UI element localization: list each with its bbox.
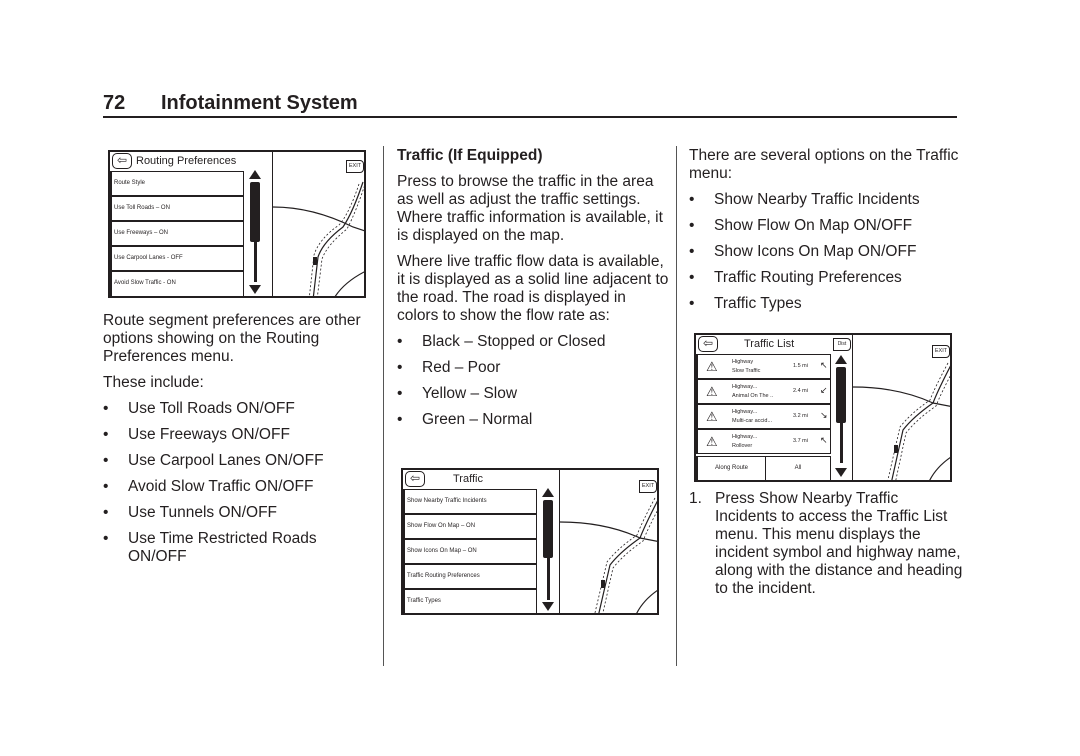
incident-row[interactable]: ⚠ Highway... Animal On The .. 2.4 mi ↙ [696,379,831,404]
screen-title: Routing Preferences [136,155,237,167]
intro-paragraph: Route segment preferences are other opti… [103,312,361,365]
heading-arrow-icon: ↙ [820,385,828,395]
scroll-up-icon[interactable] [835,355,847,364]
warning-icon: ⚠ [706,359,718,374]
step-text: Press Show Nearby Traffic Incidents to a… [715,490,963,597]
scrollbar-thumb[interactable] [250,182,260,242]
traffic-menu-intro: There are several options on the Traffic… [689,147,959,182]
screen-title: Traffic List [744,338,795,350]
menu-item[interactable]: Use Carpool Lanes - OFF [110,246,244,271]
list-item: • Avoid Slow Traffic ON/OFF [103,478,314,495]
incident-distance: 2.4 mi [793,388,808,394]
menu-item[interactable]: Traffic Types [403,589,537,613]
routing-preferences-screen: ⇦ Routing Preferences Route Style Use To… [108,150,366,298]
back-arrow-icon[interactable]: ⇦ [698,336,718,352]
scroll-down-icon[interactable] [249,285,261,294]
menu-item[interactable]: Show Nearby Traffic Incidents [403,489,537,514]
column-divider [383,146,384,666]
incident-description: Multi-car accid... [732,418,773,424]
list-item: • Green – Normal [397,411,533,428]
map-view[interactable] [560,470,659,615]
list-item: • Show Nearby Traffic Incidents [689,191,920,208]
incident-description: Animal On The .. [732,393,774,399]
highway-name: Highway... [732,384,758,390]
scroll-down-icon[interactable] [542,602,554,611]
scrollbar-track[interactable] [547,558,550,600]
warning-icon: ⚠ [706,384,718,399]
column-2-text: Traffic (If Equipped) Press to browse th… [397,147,669,437]
incident-row[interactable]: ⚠ Highway Slow Traffic 1.5 mi ↖ [696,354,831,379]
list-item: • Use Time Restricted Roads ON/OFF [103,530,317,565]
traffic-heading: Traffic (If Equipped) [397,147,543,164]
menu-item[interactable]: Traffic Routing Preferences [403,564,537,589]
traffic-list-screen: ⇦ Traffic List Dist ⚠ Highway Slow Traff… [694,333,952,482]
scroll-down-icon[interactable] [835,468,847,477]
list-item: • Red – Poor [397,359,501,376]
traffic-menu-options-list: • Show Nearby Traffic Incidents • Show Flo… [689,191,964,313]
warning-icon: ⚠ [706,434,718,449]
list-item: • Use Freeways ON/OFF [103,426,290,443]
list-item: • Use Tunnels ON/OFF [103,504,278,521]
scrollbar-thumb[interactable] [836,367,846,423]
column-1-text: Route segment preferences are other opti… [103,312,373,574]
highway-name: Highway... [732,409,758,415]
scrollbar-track[interactable] [254,242,257,282]
menu-item[interactable]: Show Flow On Map – ON [403,514,537,539]
back-arrow-icon[interactable]: ⇦ [405,471,425,487]
list-item: • Show Flow On Map ON/OFF [689,217,913,234]
incident-row[interactable]: ⚠ Highway... Multi-car accid... 3.2 mi ↘ [696,404,831,429]
heading-arrow-icon: ↖ [820,360,828,370]
list-item: • Traffic Routing Preferences [689,269,902,286]
tab-all[interactable]: All [765,456,831,480]
menu-item[interactable]: Avoid Slow Traffic - ON [110,271,244,296]
traffic-paragraph-1: Press to browse the traffic in the area … [397,173,663,244]
traffic-screen: ⇦ Traffic Show Nearby Traffic Incidents … [401,468,659,615]
back-arrow-icon[interactable]: ⇦ [112,153,132,169]
sort-distance-button[interactable]: Dist [833,338,851,351]
page-header: 72 Infotainment System [103,90,957,118]
these-include-label: These include: [103,374,204,391]
warning-icon: ⚠ [706,409,718,424]
page-number: 72 [103,92,126,114]
list-item: • Use Toll Roads ON/OFF [103,400,295,417]
incident-description: Rollover [732,443,753,449]
scrollbar-track[interactable] [840,423,843,463]
column-3-text: There are several options on the Traffic… [689,147,964,321]
highway-name: Highway... [732,434,758,440]
screen-title: Traffic [453,473,483,485]
map-view[interactable] [273,152,366,298]
map-view[interactable] [853,335,952,482]
incident-distance: 1.5 mi [793,363,808,369]
incident-description: Slow Traffic [732,368,761,374]
list-item: • Traffic Types [689,295,802,312]
incident-distance: 3.2 mi [793,413,808,419]
routing-options-list: • Use Toll Roads ON/OFF • Use Freeways ON/… [103,400,373,566]
scroll-up-icon[interactable] [249,170,261,179]
list-item: • Use Carpool Lanes ON/OFF [103,452,324,469]
list-item: • Black – Stopped or Closed [397,333,606,350]
menu-item[interactable]: Use Freeways – ON [110,221,244,246]
heading-arrow-icon: ↘ [820,410,828,420]
step-1: 1. Press Show Nearby Traffic Incidents t… [689,490,964,598]
heading-arrow-icon: ↖ [820,435,828,445]
menu-item[interactable]: Use Toll Roads – ON [110,196,244,221]
incident-row[interactable]: ⚠ Highway... Rollover 3.7 mi ↖ [696,429,831,454]
highway-name: Highway [732,359,754,365]
tab-along-route[interactable]: Along Route [696,456,766,480]
menu-item[interactable]: Show Icons On Map – ON [403,539,537,564]
list-item: • Show Icons On Map ON/OFF [689,243,917,260]
flow-colors-list: • Black – Stopped or Closed • Red – Poor •… [397,333,669,429]
scrollbar-thumb[interactable] [543,500,553,558]
section-title: Infotainment System [161,92,358,114]
scroll-up-icon[interactable] [542,488,554,497]
step-number: 1. [689,490,702,507]
menu-item[interactable]: Route Style [110,171,244,196]
incident-distance: 3.7 mi [793,438,808,444]
list-item: • Yellow – Slow [397,385,518,402]
column-divider [676,146,677,666]
traffic-paragraph-2: Where live traffic flow data is availabl… [397,253,669,324]
